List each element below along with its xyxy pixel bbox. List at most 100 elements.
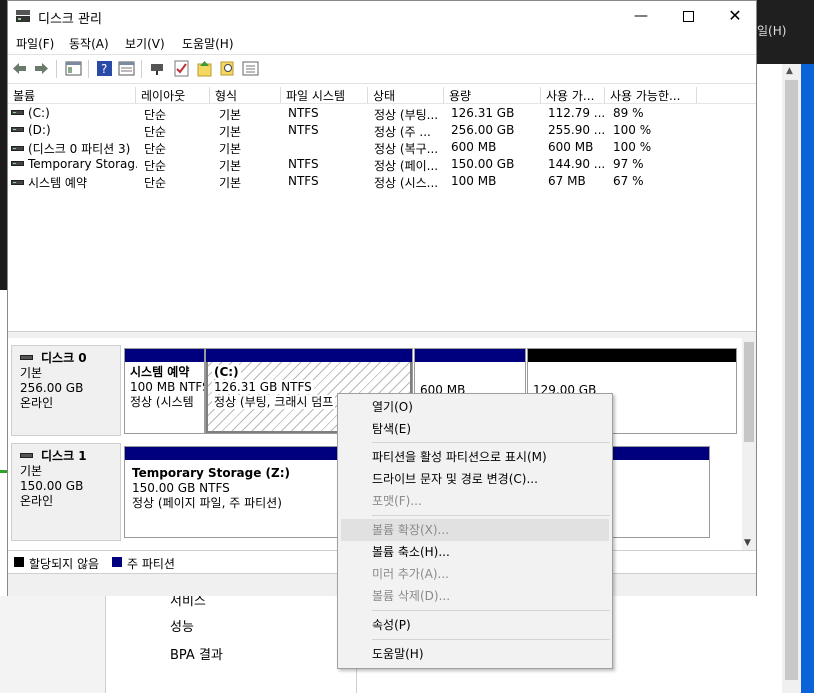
column-layout[interactable]: 레이아웃 [136,87,210,103]
toolbar-separator [88,60,89,78]
properties-pane-icon[interactable] [118,60,135,77]
toolbar-separator [56,60,57,78]
disk-0-label[interactable]: 디스크 0 기본 256.00 GB 온라인 [11,345,121,436]
search-icon[interactable] [219,60,236,77]
menu-view[interactable]: 보기(V) [125,35,165,52]
volume-row[interactable]: (D:) 단순 기본 NTFS 정상 (주 ... 256.00 GB 255.… [8,122,756,139]
menu-item-open[interactable]: 열기(O) [341,396,609,418]
svg-text:?: ? [101,62,107,76]
partition-system-reserved[interactable]: 시스템 예약 100 MB NTFS 정상 (시스템 [124,348,205,434]
menu-item-format[interactable]: 포맷(F)... [341,490,609,512]
background-scrollbar-thumb[interactable] [785,80,798,680]
menu-item-properties[interactable]: 속성(P) [341,614,609,636]
help-icon[interactable]: ? [96,60,113,77]
volume-status: 정상 (페이... [374,159,439,173]
maximize-icon [682,10,694,22]
volume-layout: 단순 [144,142,167,156]
disk-icon [20,355,33,360]
background-nav-performance[interactable]: 성능 [170,616,194,635]
column-status[interactable]: 상태 [368,87,444,103]
volume-filesystem: NTFS [288,157,319,171]
partition-status: 정상 (시스템 [130,395,194,409]
volume-row[interactable]: (C:) 단순 기본 NTFS 정상 (부팅... 126.31 GB 112.… [8,105,756,122]
column-volume[interactable]: 볼륨 [8,87,136,103]
menu-separator [372,610,610,611]
checklist-icon[interactable] [173,60,190,77]
volume-free-space: 144.90 ... [548,157,606,171]
volume-type: 기본 [219,108,242,122]
title-bar[interactable]: 디스크 관리 — ✕ [8,1,756,31]
list-view-icon[interactable] [242,60,259,77]
menu-item-explore[interactable]: 탐색(E) [341,418,609,440]
volume-layout: 단순 [144,125,167,139]
volume-status: 정상 (주 ... [374,125,431,139]
background-left-pane [0,596,106,693]
menu-item-extend-volume[interactable]: 볼륨 확장(X)... [341,519,609,541]
partition-status: 정상 (부팅, 크래시 덤프 [212,395,336,409]
console-tree-icon[interactable] [65,60,82,77]
volume-filesystem: NTFS [288,174,319,188]
volume-free-space: 67 MB [548,174,586,188]
scroll-up-icon[interactable]: ▲ [786,66,793,76]
export-icon[interactable] [196,60,213,77]
window-title: 디스크 관리 [38,12,102,27]
primary-partition-bar [415,349,525,362]
menu-bar: 파일(F) 동작(A) 보기(V) 도움말(H) [8,31,756,53]
background-desktop-blue [801,64,814,693]
menu-help[interactable]: 도움말(H) [182,35,234,52]
menu-item-help[interactable]: 도움말(H) [341,643,609,665]
partition-size: 126.31 GB NTFS [212,380,314,394]
volume-type: 기본 [219,125,242,139]
toolbar-separator [141,60,142,78]
column-type[interactable]: 형식 [210,87,281,103]
menu-separator [372,639,610,640]
column-free-space[interactable]: 사용 가... [541,87,605,103]
menu-file[interactable]: 파일(F) [16,35,54,52]
menu-item-shrink-volume[interactable]: 볼륨 축소(H)... [341,541,609,563]
volume-row[interactable]: Temporary Storag... 단순 기본 NTFS 정상 (페이...… [8,156,756,173]
back-icon[interactable] [11,60,28,77]
volume-icon [11,127,24,132]
background-nav-bpa[interactable]: BPA 결과 [170,644,223,663]
disk-name: 디스크 1 [41,449,87,463]
column-percent-free[interactable]: 사용 가능한... [605,87,697,103]
background-window-menu: 일(H) [757,0,814,64]
menu-item-mark-active[interactable]: 파티션을 활성 파티션으로 표시(M) [341,446,609,468]
volume-name: (디스크 0 파티션 3) [28,142,131,156]
menu-item-add-mirror[interactable]: 미러 추가(A)... [341,563,609,585]
volume-filesystem: NTFS [288,106,319,120]
volume-row[interactable]: 시스템 예약 단순 기본 NTFS 정상 (시스... 100 MB 67 MB… [8,173,756,190]
menu-action[interactable]: 동작(A) [69,35,109,52]
maximize-button[interactable] [665,1,711,31]
column-filesystem[interactable]: 파일 시스템 [281,87,368,103]
column-capacity[interactable]: 용량 [444,87,541,103]
volume-name: (C:) [28,106,50,120]
disk-management-icon [16,10,30,22]
partition-size: 150.00 GB NTFS [132,481,230,495]
legend-unallocated: 할당되지 않음 [29,557,100,571]
connect-icon[interactable] [149,60,166,77]
disk-status: 온라인 [20,494,54,508]
close-button[interactable]: ✕ [712,1,758,31]
forward-icon[interactable] [33,60,50,77]
disk-1-label[interactable]: 디스크 1 기본 150.00 GB 온라인 [11,443,121,541]
volume-layout: 단순 [144,108,167,122]
disk-view-scrollbar[interactable]: ▼ [742,338,756,550]
partition-title: (C:) [214,365,239,379]
disk-size: 150.00 GB [20,479,84,493]
volume-type: 기본 [219,159,242,173]
context-menu: 열기(O) 탐색(E) 파티션을 활성 파티션으로 표시(M) 드라이브 문자 … [337,393,613,669]
disk-size: 256.00 GB [20,381,84,395]
menu-item-delete-volume[interactable]: 볼륨 삭제(D)... [341,585,609,607]
minimize-button[interactable]: — [618,1,664,31]
volume-filesystem: NTFS [288,123,319,137]
scroll-down-icon[interactable]: ▼ [744,538,751,548]
disk-name: 디스크 0 [41,351,87,365]
background-scrollbar[interactable]: ▲ [782,64,801,693]
volume-status: 정상 (시스... [374,176,439,190]
volume-capacity: 150.00 GB [451,157,515,171]
volume-row[interactable]: (디스크 0 파티션 3) 단순 기본 정상 (복구... 600 MB 600… [8,139,756,156]
scrollbar-thumb[interactable] [744,342,754,442]
menu-item-change-drive-letter[interactable]: 드라이브 문자 및 경로 변경(C)... [341,468,609,490]
volume-capacity: 600 MB [451,140,497,154]
